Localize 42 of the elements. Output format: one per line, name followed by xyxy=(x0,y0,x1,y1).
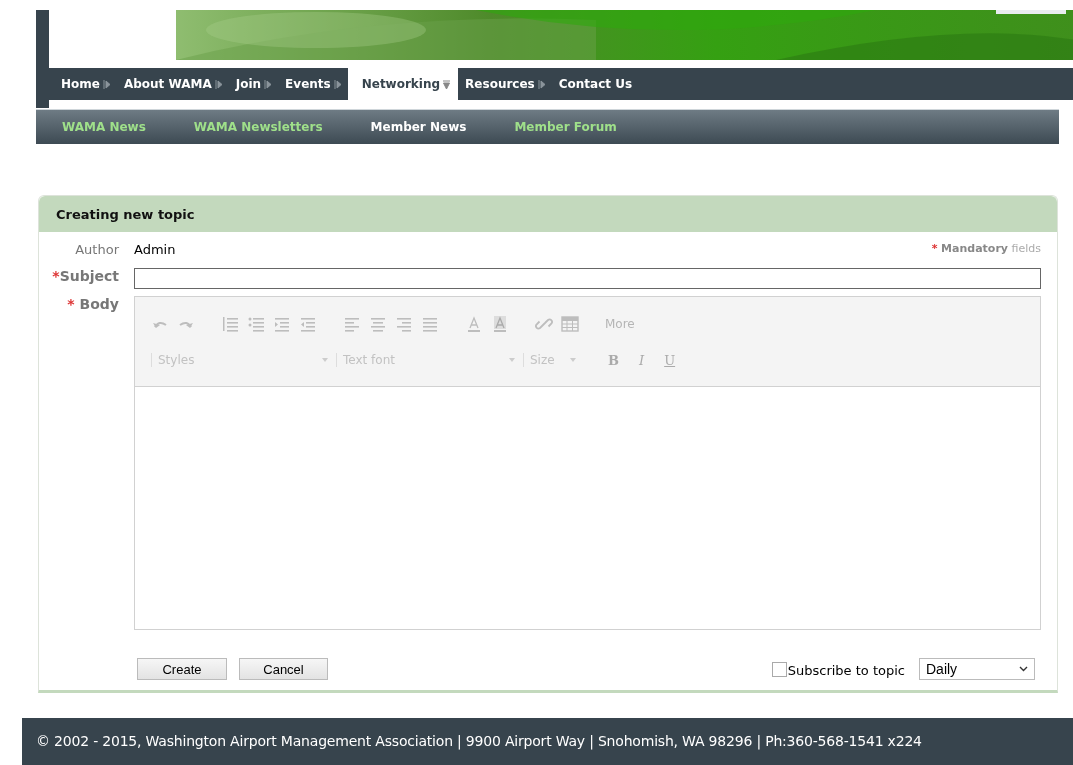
nav-tab[interactable]: Events xyxy=(278,68,348,100)
subnav-link[interactable]: WAMA News xyxy=(62,120,146,134)
align-right-icon[interactable] xyxy=(395,315,413,333)
field-label: Author xyxy=(74,242,119,259)
form-button[interactable]: Cancel xyxy=(239,658,328,680)
required-mark: * xyxy=(52,268,60,284)
bullet-list-icon[interactable] xyxy=(247,315,265,333)
author-name: Admin xyxy=(134,242,176,259)
form-button[interactable]: Create xyxy=(137,658,227,680)
table-icon[interactable] xyxy=(561,315,579,333)
chevron-down-icon xyxy=(1019,666,1028,672)
justify-icon[interactable] xyxy=(421,315,439,333)
form-title: Creating new topic xyxy=(56,206,195,222)
highlight-color-icon[interactable] xyxy=(491,315,509,333)
nav-tab[interactable]: Contact Us xyxy=(551,68,640,100)
frequency-select[interactable]: Daily xyxy=(919,658,1035,680)
required-mark: * xyxy=(67,296,75,312)
nav-tab[interactable]: Home xyxy=(54,68,117,100)
align-center-icon[interactable] xyxy=(369,315,387,333)
text-color-icon[interactable] xyxy=(465,315,483,333)
checkbox-label: Subscribe to topic xyxy=(787,662,905,678)
nav-tab[interactable]: About WAMA xyxy=(116,68,229,100)
numbered-list-icon[interactable] xyxy=(221,315,239,333)
subnav-link[interactable]: Member Forum xyxy=(514,120,617,134)
subnav-link[interactable]: Member News xyxy=(370,120,467,134)
checkbox[interactable] xyxy=(771,661,787,677)
align-left-icon[interactable] xyxy=(343,315,361,333)
outdent-icon[interactable] xyxy=(299,315,317,333)
subnav-link[interactable]: WAMA Newsletters xyxy=(193,120,323,134)
indent-icon[interactable] xyxy=(273,315,291,333)
nav-tab[interactable]: Resources xyxy=(458,68,552,100)
field-label: Body xyxy=(79,296,119,312)
nav-tab[interactable]: Networking xyxy=(347,68,459,100)
caret-down-icon xyxy=(322,358,328,362)
footer-text: © 2002 - 2015, Washington Airport Management Association | 9900 Airport Way | Snohomish, WA 98296 | Ph:360-568-1541 x224 xyxy=(36,732,922,749)
mandatory-note: * Mandatory fields xyxy=(931,242,1041,257)
caret-down-icon xyxy=(509,358,515,362)
nav-tab[interactable]: Join xyxy=(228,68,279,100)
caret-down-icon xyxy=(570,358,576,362)
subject-field[interactable] xyxy=(134,268,1041,289)
link-icon[interactable] xyxy=(535,315,553,333)
field-label: Subject xyxy=(59,268,119,284)
